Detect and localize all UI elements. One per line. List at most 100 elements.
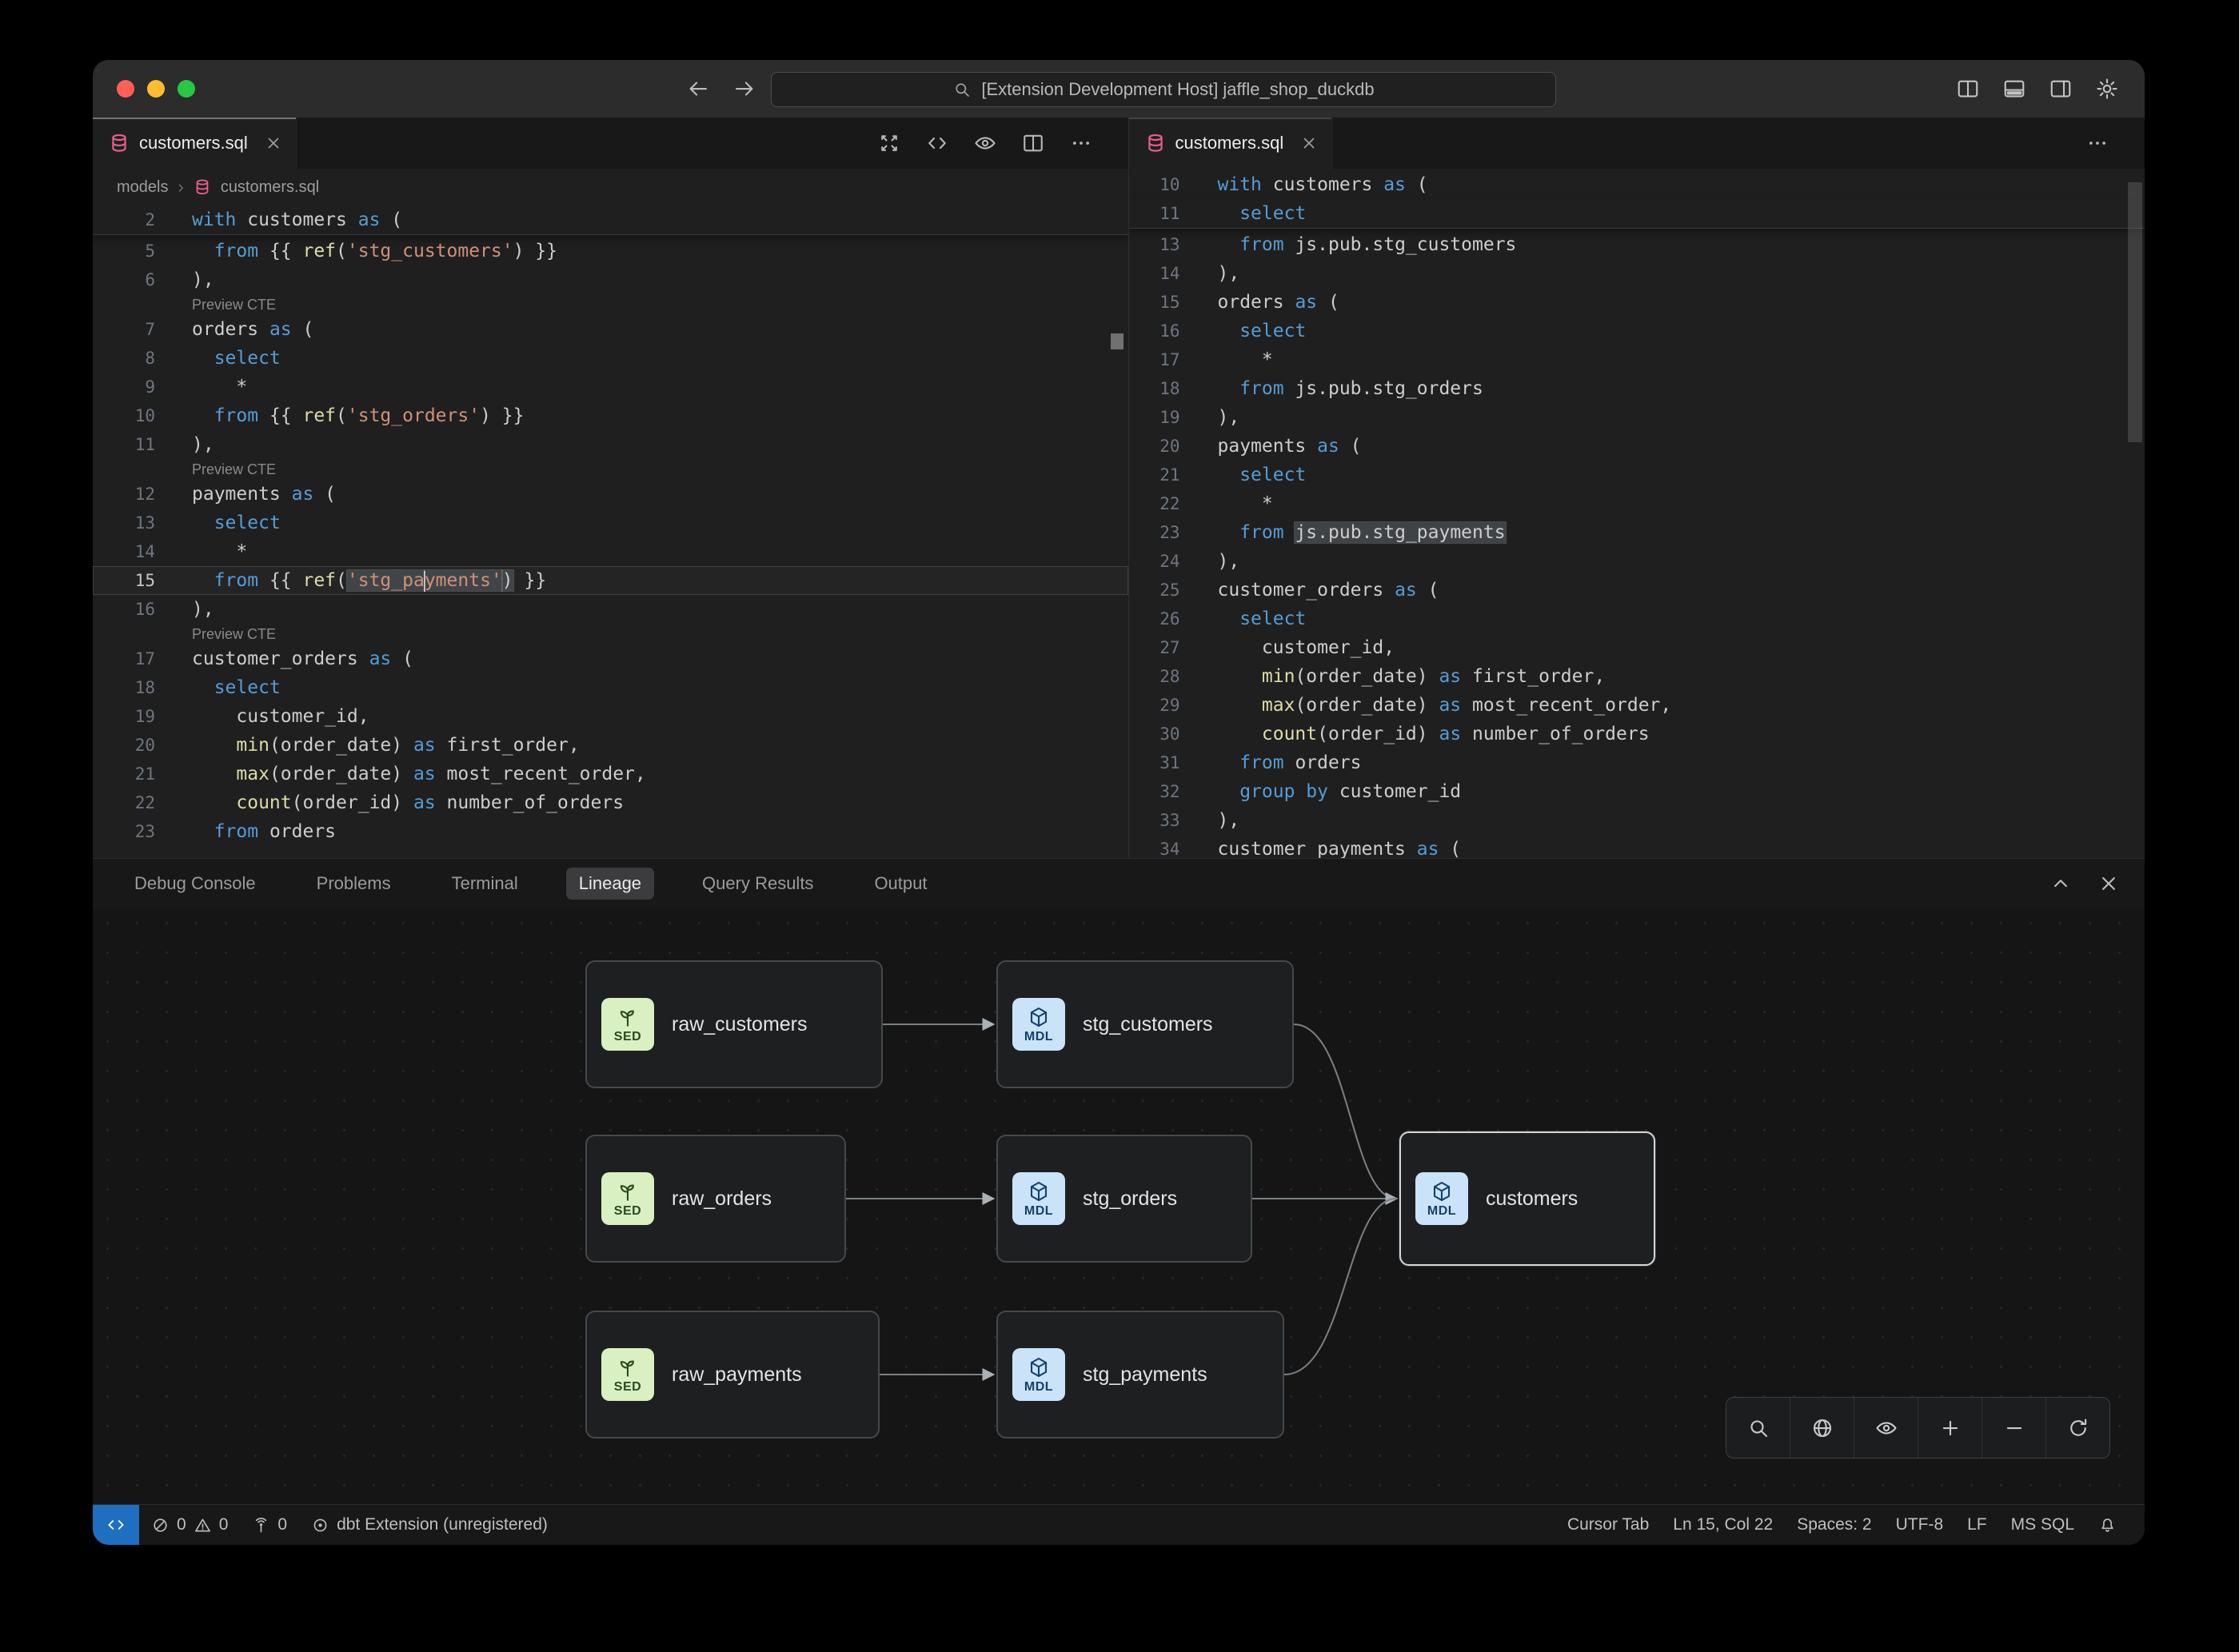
line-number[interactable]: 18 (1129, 374, 1180, 403)
line-number[interactable]: 20 (93, 731, 155, 760)
status-cursor-tab[interactable]: Cursor Tab (1555, 1515, 1661, 1534)
line-number[interactable]: 24 (1129, 547, 1180, 576)
line-number[interactable]: 17 (1129, 345, 1180, 374)
line-number[interactable]: 17 (93, 644, 155, 673)
close-tab-icon[interactable] (264, 134, 283, 153)
code-line[interactable]: 30 count(order_id) as number_of_orders (1129, 720, 2145, 748)
gear-icon[interactable] (2095, 77, 2119, 101)
back-arrow-icon[interactable] (686, 77, 710, 101)
code-line[interactable]: 16 select (1129, 317, 2145, 345)
code-line[interactable]: 25customer_orders as ( (1129, 576, 2145, 605)
code-line[interactable]: 33), (1129, 806, 2145, 835)
lineage-node-stg_orders[interactable]: MDLstg_orders (996, 1135, 1252, 1263)
code-line[interactable]: 22 * (1129, 489, 2145, 518)
zoom-window-button[interactable] (178, 80, 195, 98)
code-line[interactable]: 14 * (93, 537, 1128, 566)
search-button[interactable] (1726, 1398, 1790, 1458)
line-number[interactable]: 29 (1129, 691, 1180, 720)
code-line[interactable]: 23 from js.pub.stg_payments (1129, 518, 2145, 547)
code-line[interactable]: 28 min(order_date) as first_order, (1129, 662, 2145, 691)
line-number[interactable]: 15 (93, 566, 155, 595)
line-number[interactable]: 26 (1129, 605, 1180, 633)
layout-panel-icon[interactable] (2002, 77, 2026, 101)
code-line[interactable]: 32 group by customer_id (1129, 777, 2145, 806)
code-line[interactable]: 5 from {{ ref('stg_customers') }} (93, 237, 1128, 265)
code-line[interactable]: 17 * (1129, 345, 2145, 374)
close-tab-icon[interactable] (1299, 134, 1319, 153)
line-number[interactable]: 6 (93, 265, 155, 294)
panel-tab-debug-console[interactable]: Debug Console (122, 868, 269, 900)
line-number[interactable]: 23 (1129, 518, 1180, 547)
scrollbar-thumb[interactable] (2128, 182, 2142, 442)
code-line[interactable]: 19), (1129, 403, 2145, 432)
code-line[interactable]: 17customer_orders as ( (93, 644, 1128, 673)
panel-tab-terminal[interactable]: Terminal (439, 868, 531, 900)
code-lens-label[interactable]: Preview CTE (192, 294, 276, 315)
code-editor-right[interactable]: 10with customers as (11 select13 from js… (1129, 169, 2145, 858)
line-number[interactable]: 15 (1129, 288, 1180, 317)
dbt-power-icon[interactable] (877, 131, 901, 155)
lineage-node-customers[interactable]: MDLcustomers (1399, 1131, 1655, 1266)
code-line[interactable]: 22 count(order_id) as number_of_orders (93, 788, 1128, 817)
line-number[interactable]: 19 (93, 702, 155, 731)
line-number[interactable]: 10 (93, 401, 155, 430)
line-number[interactable]: 12 (93, 480, 155, 509)
lineage-node-raw_customers[interactable]: SEDraw_customers (585, 960, 883, 1088)
status-problems[interactable]: 00 (139, 1505, 240, 1545)
line-number[interactable]: 30 (1129, 720, 1180, 748)
command-center-search[interactable]: [Extension Development Host] jaffle_shop… (771, 72, 1556, 107)
line-number[interactable]: 11 (1129, 199, 1180, 228)
code-line[interactable]: 11 select (1129, 199, 2145, 229)
code-lens-label[interactable]: Preview CTE (192, 624, 276, 644)
line-number[interactable]: 16 (1129, 317, 1180, 345)
line-number[interactable]: 21 (1129, 461, 1180, 489)
lineage-node-stg_payments[interactable]: MDLstg_payments (996, 1311, 1284, 1439)
status-ports[interactable]: 0 (240, 1505, 299, 1545)
forward-arrow-icon[interactable] (732, 77, 756, 101)
code-line[interactable]: 12payments as ( (93, 480, 1128, 509)
code-line[interactable]: 8 select (93, 344, 1128, 373)
code-line[interactable]: 13 from js.pub.stg_customers (1129, 230, 2145, 259)
code-line[interactable]: 21 select (1129, 461, 2145, 489)
code-lens-label[interactable]: Preview CTE (192, 459, 276, 480)
more-icon[interactable] (2085, 131, 2109, 155)
code-line[interactable]: 15orders as ( (1129, 288, 2145, 317)
line-number[interactable]: 2 (93, 206, 155, 234)
code-line[interactable]: 20 min(order_date) as first_order, (93, 731, 1128, 760)
status-notifications[interactable] (2086, 1516, 2129, 1534)
code-editor-left[interactable]: 2with customers as (5 from {{ ref('stg_c… (93, 206, 1128, 858)
code-line[interactable]: 27 customer_id, (1129, 633, 2145, 662)
line-number[interactable]: 34 (1129, 835, 1180, 858)
status-language-mode[interactable]: MS SQL (1999, 1515, 2086, 1534)
lineage-node-stg_customers[interactable]: MDLstg_customers (996, 960, 1294, 1088)
code-lens[interactable]: Preview CTE (93, 624, 1128, 644)
code-line[interactable]: 11), (93, 430, 1128, 459)
layout-sidebar-right-icon[interactable] (2049, 77, 2073, 101)
line-number[interactable]: 14 (1129, 259, 1180, 288)
close-window-button[interactable] (117, 80, 134, 98)
code-line[interactable]: 9 * (93, 373, 1128, 401)
line-number[interactable]: 10 (1129, 170, 1180, 199)
more-icon[interactable] (1069, 131, 1093, 155)
eye-icon[interactable] (973, 131, 997, 155)
line-number[interactable]: 25 (1129, 576, 1180, 605)
code-line[interactable]: 26 select (1129, 605, 2145, 633)
code-line[interactable]: 31 from orders (1129, 748, 2145, 777)
lineage-node-raw_payments[interactable]: SEDraw_payments (585, 1311, 880, 1439)
code-line[interactable]: 29 max(order_date) as most_recent_order, (1129, 691, 2145, 720)
line-number[interactable]: 18 (93, 673, 155, 702)
tab-customers-sql-right[interactable]: customers.sql (1129, 118, 1333, 169)
line-number[interactable]: 32 (1129, 777, 1180, 806)
code-lens[interactable]: Preview CTE (93, 459, 1128, 480)
panel-tab-query-results[interactable]: Query Results (689, 868, 826, 900)
line-number[interactable]: 33 (1129, 806, 1180, 835)
code-line[interactable]: 14), (1129, 259, 2145, 288)
line-number[interactable]: 28 (1129, 662, 1180, 691)
status-indentation[interactable]: Spaces: 2 (1785, 1515, 1883, 1534)
plus-button[interactable] (1918, 1398, 1982, 1458)
line-number[interactable]: 31 (1129, 748, 1180, 777)
line-number[interactable]: 20 (1129, 432, 1180, 461)
line-number[interactable]: 22 (1129, 489, 1180, 518)
line-number[interactable]: 7 (93, 315, 155, 344)
breadcrumb-item[interactable]: customers.sql (221, 178, 319, 197)
